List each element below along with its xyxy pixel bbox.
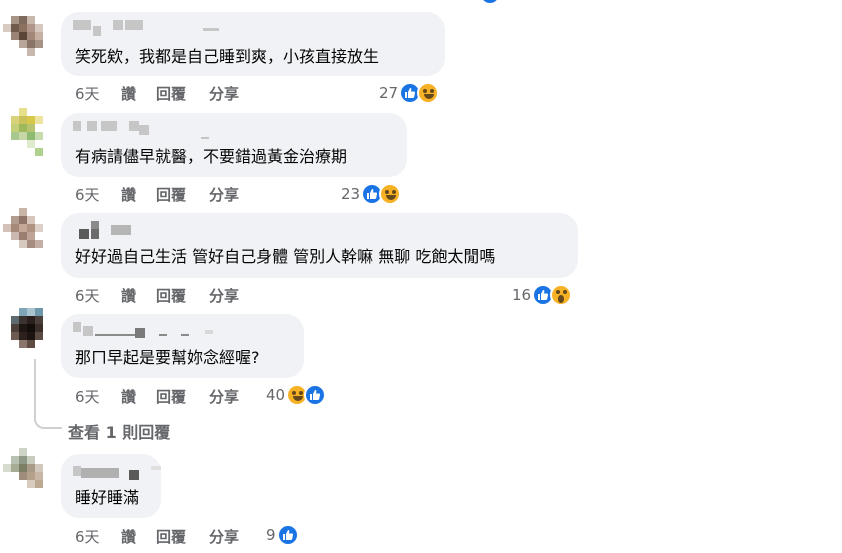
timestamp[interactable]: 6天 (75, 83, 121, 104)
timestamp[interactable]: 6天 (75, 386, 121, 407)
comment-text: 笑死欸，我都是自己睡到爽，小孩直接放生 (75, 47, 380, 66)
timestamp[interactable]: 6天 (75, 285, 121, 306)
reply-button[interactable]: 回覆 (156, 184, 209, 205)
comment-actions: 6天 讚 回覆 分享 (75, 285, 239, 306)
like-icon (304, 384, 327, 406)
timestamp[interactable]: 6天 (75, 184, 121, 205)
like-button[interactable]: 讚 (121, 285, 156, 306)
avatar[interactable] (3, 308, 53, 358)
avatar[interactable] (3, 108, 53, 158)
reaction-count: 27 (379, 84, 399, 102)
comment-bubble: 睡好睡滿 (61, 454, 161, 518)
comment-actions: 6天 讚 回覆 分享 (75, 184, 239, 205)
haha-icon (417, 82, 440, 104)
avatar[interactable] (3, 448, 53, 498)
haha-icon (379, 183, 402, 205)
comment-text: 睡好睡滿 (75, 488, 140, 507)
comment-actions: 6天 讚 回覆 分享 (75, 83, 239, 104)
like-icon (276, 524, 299, 546)
comment-text: 好好過自己生活 管好自己身體 管別人幹嘛 無聊 吃飽太閒嗎 (75, 247, 496, 266)
reply-button[interactable]: 回覆 (156, 526, 209, 547)
reaction-count: 16 (512, 286, 532, 304)
like-button[interactable]: 讚 (121, 184, 156, 205)
reaction-count: 40 (266, 386, 286, 404)
share-button[interactable]: 分享 (209, 83, 239, 104)
comment-text: 有病請儘早就醫，不要錯過黃金治療期 (75, 147, 348, 166)
comment-bubble: 有病請儘早就醫，不要錯過黃金治療期 (61, 113, 407, 177)
reaction-count: 23 (341, 185, 361, 203)
like-button[interactable]: 讚 (121, 526, 156, 547)
wow-icon (550, 284, 573, 306)
reply-button[interactable]: 回覆 (156, 83, 209, 104)
reaction-summary[interactable]: 40 (266, 384, 327, 406)
share-button[interactable]: 分享 (209, 526, 239, 547)
reply-button[interactable]: 回覆 (156, 285, 209, 306)
comment-text: 那ㄇ早起是要幫妳念經喔? (75, 348, 260, 367)
share-button[interactable]: 分享 (209, 285, 239, 306)
comment-bubble: 好好過自己生活 管好自己身體 管別人幹嘛 無聊 吃飽太閒嗎 (61, 213, 578, 278)
timestamp[interactable]: 6天 (75, 526, 121, 547)
like-button[interactable]: 讚 (121, 386, 156, 407)
reply-button[interactable]: 回覆 (156, 386, 209, 407)
comment-bubble: 笑死欸，我都是自己睡到爽，小孩直接放生 (61, 12, 445, 76)
comment-bubble: 那ㄇ早起是要幫妳念經喔? (61, 314, 304, 378)
like-button[interactable]: 讚 (121, 83, 156, 104)
share-button[interactable]: 分享 (209, 386, 239, 407)
reaction-like-icon-partial (481, 0, 499, 3)
comment-actions: 6天 讚 回覆 分享 (75, 386, 239, 407)
reaction-summary[interactable]: 27 (379, 82, 440, 104)
reaction-summary[interactable]: 9 (266, 524, 299, 546)
view-replies-link[interactable]: 查看 1 則回覆 (68, 419, 170, 443)
reaction-count: 9 (266, 526, 276, 544)
reply-thread-line (34, 359, 62, 429)
reaction-summary[interactable]: 23 (341, 183, 402, 205)
share-button[interactable]: 分享 (209, 184, 239, 205)
avatar[interactable] (3, 208, 53, 258)
avatar[interactable] (3, 8, 53, 58)
comment-actions: 6天 讚 回覆 分享 (75, 526, 239, 547)
reaction-summary[interactable]: 16 (512, 284, 573, 306)
